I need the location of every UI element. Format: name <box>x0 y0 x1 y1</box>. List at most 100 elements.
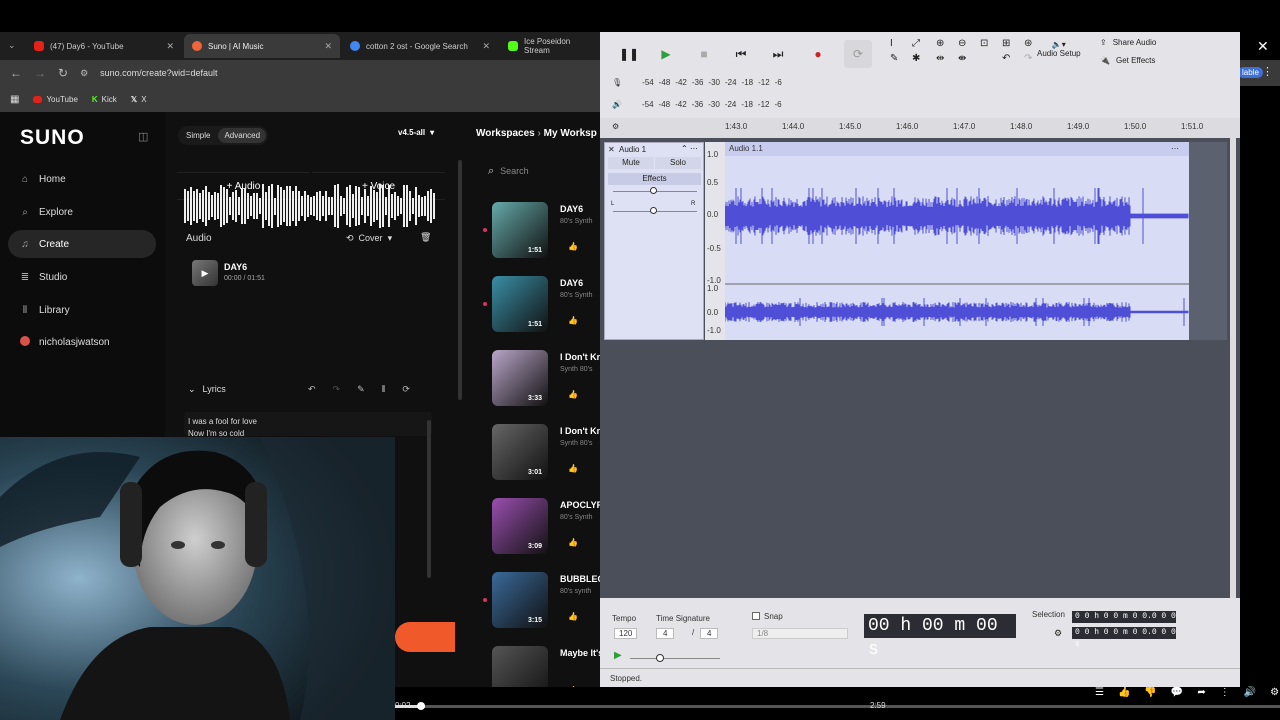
song-row[interactable]: 3:15 BUBBLEG 80's synth 👍 <box>492 572 612 632</box>
tab-kick[interactable]: Ice Poseidon Stream <box>500 34 600 58</box>
sidebar-item-library[interactable]: ⫴ Library <box>8 296 156 324</box>
multi-tool-icon[interactable]: ✱ <box>912 53 930 64</box>
like-icon[interactable]: 👍 <box>568 316 578 325</box>
timeline-settings-icon[interactable]: ⚙ <box>612 122 619 131</box>
like-icon[interactable]: 👍 <box>568 390 578 399</box>
record-button[interactable]: ● <box>804 40 832 68</box>
cover-button[interactable]: ⟲ Cover ▾ <box>346 233 392 244</box>
play-button[interactable]: ▶ <box>652 40 680 68</box>
extension-badge[interactable]: lable <box>1238 67 1263 78</box>
settings-icon[interactable]: ⚙ <box>1270 687 1279 698</box>
zoom-in-icon[interactable]: ⊕ <box>936 38 954 49</box>
mute-button[interactable]: Mute <box>608 157 654 169</box>
mode-simple-button[interactable]: Simple <box>180 128 216 143</box>
like-icon[interactable]: 👍 <box>568 242 578 251</box>
like-icon[interactable]: 👍 <box>568 538 578 547</box>
song-row[interactable]: 1:51 DAY6 80's Synth 👍 <box>492 202 612 262</box>
vertical-scrollbar[interactable] <box>1230 138 1236 598</box>
url-field[interactable]: suno.com/create?wid=default <box>100 68 217 78</box>
audio-waveform[interactable] <box>184 183 436 229</box>
song-cover[interactable]: 1:51 <box>492 276 548 332</box>
snap-select[interactable]: 1/8 <box>752 628 848 639</box>
close-tab-icon[interactable]: ✕ <box>166 41 174 52</box>
like-icon[interactable]: 👍 <box>568 464 578 473</box>
close-track-icon[interactable]: ✕ <box>608 145 615 154</box>
trim-icon[interactable]: ⇹ <box>936 53 954 64</box>
trash-icon[interactable]: 🗑 <box>420 232 431 243</box>
envelope-tool-icon[interactable]: ⤢ <box>912 38 930 49</box>
skip-end-button[interactable]: ⏭ <box>764 40 792 68</box>
tab-youtube[interactable]: (47) Day6 - YouTube ✕ <box>26 34 182 58</box>
sidebar-item-profile[interactable]: nicholasjwatson <box>8 328 156 356</box>
bookmark-kick[interactable]: K Kick <box>92 95 117 104</box>
song-cover[interactable]: 3:09 <box>492 498 548 554</box>
selection-end[interactable]: 0 0 h 0 0 m 0 0.0 0 0 s <box>1072 627 1176 649</box>
lyrics-header[interactable]: ⌄ Lyrics <box>188 384 226 395</box>
like-icon[interactable]: 👍 <box>1118 687 1130 698</box>
tab-list-icon[interactable]: ⌄ <box>8 40 16 51</box>
forward-icon[interactable]: → <box>34 66 46 80</box>
pan-handle[interactable] <box>650 207 657 214</box>
play-speed-handle[interactable] <box>656 654 664 662</box>
clip-header[interactable]: Audio 1.1 ⋯ <box>725 142 1189 156</box>
audio-setup-button[interactable]: 🔈▾ Audio Setup <box>1037 40 1081 58</box>
fit-project-icon[interactable]: ⊞ <box>1002 38 1020 49</box>
reload-icon[interactable]: ↻ <box>58 66 68 80</box>
breadcrumb-current[interactable]: My Worksp <box>544 128 597 139</box>
browser-menu-icon[interactable]: ⋮ <box>1262 65 1273 78</box>
song-title[interactable]: I Don't Kn <box>560 352 602 362</box>
dislike-icon[interactable]: 👎 <box>1144 687 1156 698</box>
back-icon[interactable]: ← <box>10 66 22 80</box>
search-field[interactable]: ⌕ Search <box>482 160 600 182</box>
track-thumb[interactable]: ▶ <box>192 260 218 286</box>
skip-start-button[interactable]: ⏮ <box>727 40 755 68</box>
collapse-icon[interactable]: ⌃ ⋯ <box>681 144 698 153</box>
bookmark-youtube[interactable]: YouTube <box>33 95 78 104</box>
suno-logo[interactable]: SUNO <box>20 126 85 150</box>
apps-grid-icon[interactable]: ▦ <box>10 94 19 105</box>
song-row[interactable]: 3:33 I Don't Kn Synth 80's 👍 <box>492 350 612 410</box>
song-row[interactable]: 1:51 DAY6 80's Synth 👍 <box>492 276 612 336</box>
stop-button[interactable]: ■ <box>690 40 718 68</box>
track-name[interactable]: Audio 1 <box>619 145 646 154</box>
pause-button[interactable]: ❚❚ <box>615 40 643 68</box>
play-at-speed-icon[interactable]: ▶ <box>614 650 622 661</box>
create-button[interactable] <box>395 622 455 652</box>
audio-clip[interactable]: Audio 1.1 ⋯ <box>725 142 1189 340</box>
silence-icon[interactable]: ⇼ <box>958 53 976 64</box>
site-info-icon[interactable]: ⚙ <box>80 68 88 79</box>
solo-button[interactable]: Solo <box>655 157 701 169</box>
select-tool-icon[interactable]: I <box>890 38 908 49</box>
bookmark-x[interactable]: 𝕏X <box>131 95 147 104</box>
song-row[interactable]: 3:09 APOCLYP 80's Synth 👍 <box>492 498 612 558</box>
loop-button[interactable]: ⟳ <box>844 40 872 68</box>
tab-google[interactable]: cotton 2 ost - Google Search ✕ <box>342 34 498 58</box>
song-cover[interactable]: 3:01 <box>492 424 548 480</box>
undo-icon[interactable]: ↶ <box>1002 53 1020 64</box>
more-icon[interactable]: ⋮ <box>1220 687 1230 698</box>
time-signature-numerator[interactable]: 4 <box>656 628 675 639</box>
share-audio-button[interactable]: ⇪ Share Audio <box>1100 38 1156 47</box>
undo-icon[interactable]: ↶ <box>308 384 316 395</box>
share-icon[interactable]: ➦ <box>1197 687 1205 698</box>
selection-settings-icon[interactable]: ⚙ <box>1054 628 1062 639</box>
draw-tool-icon[interactable]: ✎ <box>890 53 908 64</box>
refresh-icon[interactable]: ⟳ <box>402 384 410 395</box>
like-icon[interactable]: 👍 <box>568 612 578 621</box>
song-cover[interactable]: 3:15 <box>492 572 548 628</box>
sidebar-item-studio[interactable]: ≣ Studio <box>8 263 156 291</box>
song-title[interactable]: APOCLYP <box>560 500 603 510</box>
progress-handle[interactable] <box>417 702 425 710</box>
close-tab-icon[interactable]: ✕ <box>324 41 332 52</box>
close-tab-icon[interactable]: ✕ <box>482 41 490 52</box>
sidebar-item-home[interactable]: ⌂ Home <box>8 165 156 193</box>
effects-button[interactable]: Effects <box>608 173 701 185</box>
zoom-out-icon[interactable]: ⊖ <box>958 38 976 49</box>
song-cover[interactable]: 1:51 <box>492 202 548 258</box>
clip-menu-icon[interactable]: ⋯ <box>1171 142 1179 156</box>
volume-icon[interactable]: 🔊 <box>1244 687 1256 698</box>
timeline-ruler[interactable]: ⚙ 1:43.0 1:44.0 1:45.0 1:46.0 1:47.0 1:48.0 1:… <box>600 118 1240 138</box>
panel-scrollbar[interactable] <box>458 160 462 400</box>
queue-icon[interactable]: ☰ <box>1095 687 1104 698</box>
fit-selection-icon[interactable]: ⊡ <box>980 38 998 49</box>
